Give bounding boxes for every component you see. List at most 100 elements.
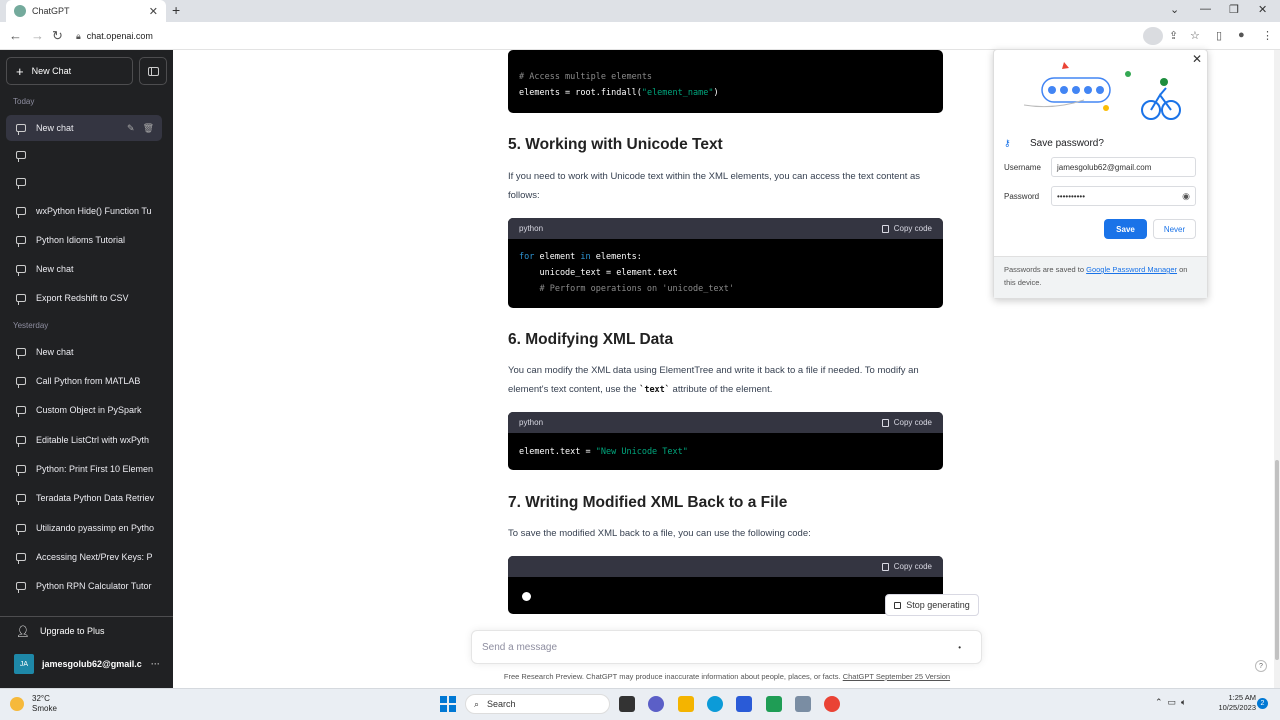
sidebar-chat-item[interactable]: Custom Object in PySpark xyxy=(6,397,162,423)
minimize-button[interactable]: — xyxy=(1200,3,1211,15)
sidebar-chat-item[interactable]: Python Idioms Tutorial xyxy=(6,227,162,253)
sidebar-chat-item[interactable]: Python: Print First 10 Elemen xyxy=(6,456,162,482)
code-block: python Copy code for element in elements… xyxy=(508,218,943,308)
sidebar-chat-item[interactable]: New chat ✎ 🗑︎ xyxy=(6,115,162,141)
code-header: python Copy code xyxy=(508,218,943,239)
popup-footer: Passwords are saved to Google Password M… xyxy=(994,256,1207,298)
copy-code-button[interactable]: Copy code xyxy=(881,418,932,427)
edit-icon[interactable]: ✎ xyxy=(127,123,135,134)
clock[interactable]: 1:25 AM 10/25/2023 xyxy=(1206,693,1256,713)
sidebar-chat-item[interactable]: New chat xyxy=(6,256,162,282)
browser-menu-icon[interactable]: ⋮ xyxy=(1262,29,1273,42)
chat-bubble-icon xyxy=(16,553,26,564)
close-window-button[interactable]: ✕ xyxy=(1258,3,1267,16)
stop-icon xyxy=(894,601,902,609)
weather-widget[interactable]: 32°C Smoke xyxy=(10,694,57,714)
taskbar-search[interactable]: ⌕ Search xyxy=(465,694,610,714)
sidebar-chat-item[interactable]: wxPython Hide() Function Tu xyxy=(6,198,162,224)
section-heading: 5. Working with Unicode Text xyxy=(508,136,723,153)
reload-icon[interactable]: ↻ xyxy=(52,28,63,44)
chat-bubble-icon xyxy=(16,265,26,276)
side-panel-icon[interactable]: ▯ xyxy=(1216,29,1222,42)
username-field[interactable]: jamesgolub62@gmail.com xyxy=(1051,157,1196,177)
notification-badge[interactable]: 2 xyxy=(1257,698,1268,709)
close-popup-icon[interactable]: ✕ xyxy=(1192,52,1202,66)
app-icon[interactable] xyxy=(795,696,811,712)
copy-code-button[interactable]: Copy code xyxy=(881,224,932,233)
search-icon: ⌕ xyxy=(474,698,480,709)
paragraph: To save the modified XML back to a file,… xyxy=(508,528,811,539)
chat-bubble-icon xyxy=(16,348,26,359)
new-chat-button[interactable]: + New Chat xyxy=(6,57,133,85)
sidebar-chat-item[interactable]: Editable ListCtrl with wxPyth xyxy=(6,427,162,453)
sidebar-chat-item[interactable]: Export Redshift to CSV xyxy=(6,285,162,311)
code-content: # Access multiple elements elements = ro… xyxy=(519,72,719,98)
scrollbar-thumb[interactable] xyxy=(1275,460,1279,660)
maximize-button[interactable]: ❐ xyxy=(1229,3,1239,16)
sidebar-chat-item[interactable]: Accessing Next/Prev Keys: P xyxy=(6,544,162,570)
chatgpt-favicon-icon xyxy=(14,5,26,17)
chat-bubble-icon xyxy=(16,178,26,189)
new-tab-button[interactable]: + xyxy=(172,2,180,18)
user-menu[interactable]: JA jamesgolub62@gmail.c ··· xyxy=(6,652,166,676)
share-icon[interactable]: ⇪ xyxy=(1169,29,1178,42)
profile-icon[interactable]: ● xyxy=(1238,29,1245,41)
tab-search-icon[interactable]: ⌄ xyxy=(1170,3,1179,16)
browser-tab[interactable]: ChatGPT ✕ xyxy=(6,0,166,22)
app-icon[interactable] xyxy=(766,696,782,712)
delete-icon[interactable]: 🗑︎ xyxy=(143,123,154,134)
chat-item-label: New chat xyxy=(36,347,74,357)
toggle-sidebar-button[interactable] xyxy=(139,57,167,85)
message-input[interactable]: Send a message • xyxy=(471,630,982,664)
url-field[interactable]: 🔒︎ chat.openai.com xyxy=(76,27,1156,45)
chat-app-icon[interactable] xyxy=(648,696,664,712)
back-icon[interactable]: ← xyxy=(9,28,22,43)
chat-bubble-icon xyxy=(16,207,26,218)
today-heading: Today xyxy=(13,97,35,106)
username-label: Username xyxy=(1004,163,1041,172)
password-key-icon[interactable] xyxy=(1143,27,1163,45)
chat-item-label: Python Idioms Tutorial xyxy=(36,235,126,245)
paragraph: You can modify the XML data using Elemen… xyxy=(508,365,919,395)
password-manager-link[interactable]: Google Password Manager xyxy=(1086,265,1177,274)
sidebar-chat-item[interactable]: Teradata Python Data Retriev xyxy=(6,485,162,511)
code-language: python xyxy=(519,224,544,233)
plus-icon: + xyxy=(16,63,24,79)
stop-generating-button[interactable]: Stop generating xyxy=(885,594,979,616)
sidebar-chat-item[interactable]: New chat xyxy=(6,339,162,365)
task-view-icon[interactable] xyxy=(619,696,635,712)
sidebar-chat-item[interactable]: Call Python from MATLAB xyxy=(6,368,162,394)
user-email: jamesgolub62@gmail.c xyxy=(42,659,142,669)
windows-start-icon[interactable] xyxy=(440,696,456,712)
chat-item-label: Teradata Python Data Retriev xyxy=(36,493,155,503)
store-icon[interactable] xyxy=(736,696,752,712)
chat-bubble-icon xyxy=(16,377,26,388)
clipboard-icon xyxy=(881,418,889,427)
temperature: 32°C xyxy=(32,694,50,703)
show-password-eye-icon[interactable]: ◉ xyxy=(1182,191,1190,202)
chrome-icon[interactable] xyxy=(824,696,840,712)
never-button[interactable]: Never xyxy=(1153,219,1196,239)
sidebar-chat-item[interactable]: Python RPN Calculator Tutor xyxy=(6,573,162,599)
save-password-button[interactable]: Save xyxy=(1104,219,1147,239)
upgrade-button[interactable]: 👤︎ Upgrade to Plus xyxy=(6,619,162,643)
chat-item-label: Export Redshift to CSV xyxy=(36,293,129,303)
weather-condition: Smoke xyxy=(32,704,57,713)
forward-icon[interactable]: → xyxy=(31,28,44,43)
bookmark-star-icon[interactable]: ☆ xyxy=(1190,29,1200,42)
chat-bubble-icon xyxy=(16,151,26,162)
file-explorer-icon[interactable] xyxy=(678,696,694,712)
sidebar-chat-item[interactable] xyxy=(6,169,162,195)
help-button[interactable]: ? xyxy=(1255,660,1267,672)
system-tray[interactable]: ⌃ ▭ 🔈︎ xyxy=(1155,697,1186,708)
edge-browser-icon[interactable] xyxy=(707,696,723,712)
copy-code-button[interactable]: Copy code xyxy=(881,562,932,571)
version-link[interactable]: ChatGPT September 25 Version xyxy=(843,672,950,681)
loading-indicator-icon: • xyxy=(958,642,961,652)
password-field[interactable]: •••••••••• ◉ xyxy=(1051,186,1196,206)
sidebar-chat-item[interactable]: Utilizando pyassimp en Pytho xyxy=(6,515,162,541)
code-block: Copy code xyxy=(508,556,943,614)
sidebar-chat-item[interactable] xyxy=(6,142,162,168)
popup-title: Save password? xyxy=(1030,138,1104,149)
close-tab-icon[interactable]: ✕ xyxy=(149,5,158,18)
